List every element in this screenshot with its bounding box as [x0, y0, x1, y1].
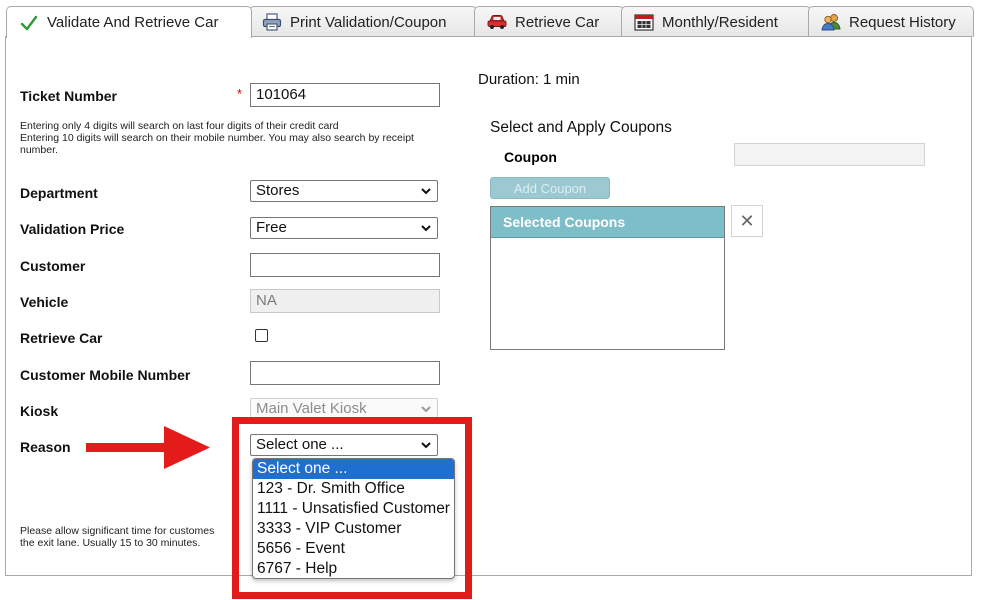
retrieval-note: Please allow significant time for custom…: [20, 525, 214, 549]
vehicle-input: NA: [250, 289, 440, 313]
tab-label: Request History: [849, 13, 956, 31]
validate-panel: [5, 36, 972, 576]
chevron-down-icon: [421, 442, 431, 449]
tab-label: Print Validation/Coupon: [290, 13, 447, 31]
tab-validate-and-retrieve-car[interactable]: Validate And Retrieve Car: [6, 6, 252, 38]
customer-mobile-input[interactable]: [250, 361, 440, 385]
checkmark-icon: [19, 14, 39, 32]
customer-input[interactable]: [250, 253, 440, 277]
selected-coupons-header: Selected Coupons: [491, 207, 724, 238]
customer-mobile-label: Customer Mobile Number: [20, 367, 191, 383]
department-label: Department: [20, 185, 98, 201]
validation-price-select[interactable]: Free: [250, 217, 438, 239]
validation-price-label: Validation Price: [20, 221, 125, 237]
tab-print-validation-coupon[interactable]: Print Validation/Coupon: [249, 6, 477, 37]
tab-label: Validate And Retrieve Car: [47, 14, 219, 31]
customer-label: Customer: [20, 258, 86, 274]
vehicle-label: Vehicle: [20, 294, 69, 310]
reason-select[interactable]: Select one ...: [250, 434, 438, 456]
reason-option[interactable]: 1111 - Unsatisfied Customer: [253, 499, 454, 519]
tab-monthly-resident[interactable]: Monthly/Resident: [621, 6, 811, 37]
annotation-arrow-icon: [86, 426, 210, 469]
reason-option[interactable]: 5656 - Event: [253, 539, 454, 559]
reason-label: Reason: [20, 439, 71, 455]
retrieve-car-label: Retrieve Car: [20, 330, 103, 346]
remove-coupon-button[interactable]: ✕: [731, 205, 763, 237]
department-select[interactable]: Stores: [250, 180, 438, 202]
tab-label: Monthly/Resident: [662, 13, 778, 31]
required-marker: *: [237, 86, 243, 101]
retrieval-note-line2: the exit lane. Usually 15 to 30 minutes.: [20, 537, 201, 549]
tab-request-history[interactable]: Request History: [808, 6, 974, 37]
reason-value: Select one ...: [256, 436, 344, 453]
reason-dropdown-list: Select one ... 123 - Dr. Smith Office 11…: [252, 458, 455, 579]
chevron-down-icon: [421, 406, 431, 413]
chevron-down-icon: [421, 188, 431, 195]
reason-option[interactable]: 3333 - VIP Customer: [253, 519, 454, 539]
car-icon: [487, 13, 507, 31]
validation-price-value: Free: [256, 219, 287, 236]
retrieval-note-line1: Please allow significant time for custom…: [20, 525, 210, 537]
close-icon: ✕: [739, 210, 755, 231]
kiosk-select: Main Valet Kiosk: [250, 398, 438, 420]
coupons-heading: Select and Apply Coupons: [490, 119, 672, 136]
coupon-label: Coupon: [504, 149, 557, 165]
duration-text: Duration: 1 min: [478, 71, 580, 88]
users-icon: [821, 13, 841, 31]
reason-option[interactable]: 6767 - Help: [253, 559, 454, 578]
coupon-input[interactable]: [734, 143, 925, 166]
ticket-number-label: Ticket Number: [20, 88, 117, 104]
chevron-down-icon: [421, 225, 431, 232]
retrieval-note-line1-tail: s: [209, 525, 215, 537]
selected-coupons-list: Selected Coupons: [490, 206, 725, 350]
retrieve-car-checkbox[interactable]: [255, 329, 268, 342]
department-value: Stores: [256, 182, 300, 199]
tab-bar: Validate And Retrieve Car Print Validati…: [0, 0, 986, 38]
calendar-icon: [634, 13, 654, 31]
ticket-number-input[interactable]: 101064: [250, 83, 440, 107]
kiosk-value: Main Valet Kiosk: [256, 400, 367, 417]
reason-option[interactable]: 123 - Dr. Smith Office: [253, 479, 454, 499]
ticket-help-text: Entering only 4 digits will search on la…: [20, 120, 414, 156]
tab-retrieve-car[interactable]: Retrieve Car: [474, 6, 624, 37]
kiosk-label: Kiosk: [20, 403, 59, 419]
tab-label: Retrieve Car: [515, 13, 600, 31]
reason-option-selected[interactable]: Select one ...: [253, 459, 454, 479]
add-coupon-button[interactable]: Add Coupon: [490, 177, 610, 199]
printer-icon: [262, 13, 282, 31]
